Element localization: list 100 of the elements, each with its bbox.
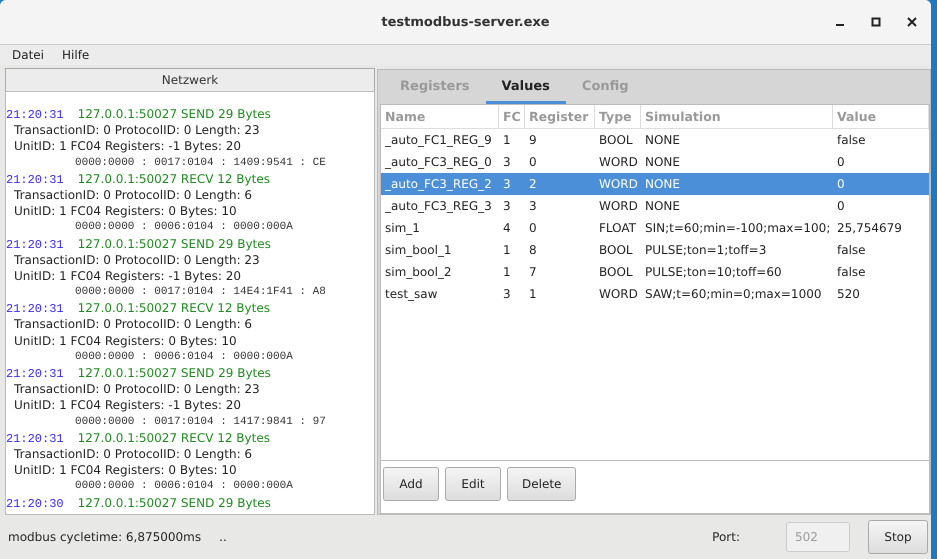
table-cell-text: PULSE;ton=10;toff=60 — [644, 264, 783, 281]
table-cell-text: 0 — [528, 154, 538, 171]
table-cell-text: 0 — [836, 176, 846, 193]
table-cell-text: 0 — [836, 198, 846, 215]
table-cell-text: _auto_FC1_REG_9 — [384, 132, 493, 149]
log-header: 127.0.0.1:50027 RECV 12 Bytes — [78, 301, 270, 316]
table-row[interactable]: sim_1 4 0 FLOAT SIN;t=60;min=-100;max=100; 25,754679 — [381, 217, 929, 239]
table-row[interactable]: _auto_FC1_REG_9 1 9 BOOL NONE false — [381, 129, 929, 151]
action-button[interactable]: Edit — [445, 467, 501, 501]
log-line: UnitID: 1 FC04 Registers: 0 Bytes: 10 — [13, 332, 238, 349]
log-line: UnitID: 1 FC04 Registers: 0 Bytes: 10 — [13, 203, 238, 220]
table-cell-text: 1 — [502, 264, 512, 281]
table-cell-text: 25,754679 — [836, 220, 903, 237]
log-line: TransactionID: 0 ProtocolID: 0 Length: 6 — [13, 446, 254, 462]
table-cell-text: 7 — [528, 264, 538, 281]
table-cell-text: 0 — [528, 220, 538, 237]
table-row[interactable]: sim_bool_1 1 8 BOOL PULSE;ton=1;toff=3 false — [381, 239, 929, 261]
table-cell-text: BOOL — [598, 132, 634, 149]
table-cell-text: WORD — [598, 286, 639, 303]
action-button[interactable]: Delete — [507, 467, 576, 501]
table-cell-text: _auto_FC3_REG_3 — [384, 198, 493, 215]
log-time: 21:20:31 — [6, 432, 64, 446]
log-line: TransactionID: 0 ProtocolID: 0 Length: 6 — [13, 186, 254, 204]
table-cell-text: BOOL — [598, 264, 634, 281]
close-icon[interactable] — [907, 17, 917, 27]
log-line: TransactionID: 0 ProtocolID: 0 Length: 6 — [13, 316, 254, 333]
log-line: UnitID: 1 FC04 Registers: -1 Bytes: 20 — [13, 268, 242, 284]
table-row[interactable]: sim_bool_2 1 7 BOOL PULSE;ton=10;toff=60 false — [381, 261, 929, 283]
log-line: TransactionID: 0 ProtocolID: 0 Length: 23 — [13, 122, 261, 138]
log-line: UnitID: 1 FC04 Registers: 0 Bytes: 10 — [13, 462, 238, 478]
log-header: 127.0.0.1:50027 RECV 12 Bytes — [78, 172, 270, 186]
table-row[interactable]: test_saw 3 1 WORD SAW;t=60;min=0;max=1000 520 — [381, 283, 929, 305]
table-cell-text: 520 — [836, 286, 861, 303]
status-dots: .. — [219, 530, 227, 544]
table-cell-text: SAW;t=60;min=0;max=1000 — [644, 286, 822, 303]
table-cell-text: sim_1 — [384, 220, 421, 237]
table-cell-text: PULSE;ton=1;toff=3 — [644, 242, 768, 259]
action-button[interactable]: Add — [383, 467, 439, 501]
log-line: TransactionID: 0 ProtocolID: 0 Length: 23 — [13, 381, 261, 398]
table-cell-text: 9 — [528, 132, 538, 149]
table-cell-text: 3 — [502, 198, 512, 215]
log-time: 21:20:31 — [6, 367, 64, 381]
log-line: TransactionID: 0 ProtocolID: 0 Length: 23 — [13, 252, 261, 268]
table-cell-text: WORD — [598, 154, 639, 171]
table-cell-text: NONE — [644, 132, 681, 149]
table-cell-text: 3 — [502, 176, 512, 193]
table-cell-text: 0 — [836, 154, 846, 171]
table-row[interactable]: _auto_FC3_REG_3 3 3 WORD NONE 0 — [381, 195, 929, 217]
port-label: Port: — [712, 530, 740, 544]
log-header: 127.0.0.1:50027 SEND 29 Bytes — [78, 366, 271, 380]
table-cell-text: 4 — [502, 220, 512, 237]
log-time: 21:20:31 — [6, 172, 64, 187]
table-cell-text: BOOL — [598, 242, 634, 259]
log-line: UnitID: 1 FC04 Registers: -1 Bytes: 20 — [13, 397, 242, 414]
table-cell-text: false — [836, 264, 867, 281]
log-hex: 0000:0000 : 0017:0104 : 1417:9841 : 97 — [74, 414, 327, 430]
cycletime-label: modbus cycletime: 6,875000ms — [8, 530, 202, 544]
log-line: UnitID: 1 FC04 Registers: -1 Bytes: 20 — [13, 138, 242, 155]
log-time: 21:20:31 — [6, 302, 64, 316]
log-time: 21:20:31 — [6, 108, 64, 122]
log-time: 21:20:30 — [6, 496, 64, 510]
table-cell-text: _auto_FC3_REG_0 — [384, 154, 493, 171]
table-cell-text: sim_bool_1 — [384, 242, 453, 259]
log-hex: 0000:0000 : 0006:0104 : 0000:000A — [74, 220, 294, 236]
table-cell-text: 2 — [528, 176, 538, 193]
panel-header: Netzwerk — [5, 68, 375, 91]
menu-item[interactable]: Hilfe — [62, 48, 90, 62]
table-cell-text: 1 — [502, 242, 512, 259]
log-header: 127.0.0.1:50027 SEND 29 Bytes — [78, 107, 271, 121]
table-cell-text: 3 — [502, 286, 512, 303]
table-cell-text: NONE — [644, 176, 681, 193]
table-cell-text: 3 — [528, 198, 538, 215]
log-hex: 0000:0000 : 0017:0104 : 1409:9541 : CE — [74, 156, 327, 171]
stop-button[interactable]: Stop — [868, 520, 928, 554]
table-cell-text: false — [836, 132, 867, 149]
table-cell-text: false — [836, 242, 867, 259]
table-cell-text: 1 — [528, 286, 538, 303]
table-cell-text: 1 — [502, 132, 512, 149]
table-cell-text: WORD — [598, 176, 639, 193]
table-row[interactable]: _auto_FC3_REG_0 3 0 WORD NONE 0 — [381, 151, 929, 173]
log-hex: 0000:0000 : 0017:0104 : 14E4:1F41 : A8 — [74, 285, 327, 300]
maximize-icon[interactable] — [871, 17, 881, 27]
log-header: 127.0.0.1:50027 SEND 29 Bytes — [78, 236, 271, 250]
menu-item[interactable]: Datei — [12, 48, 44, 62]
log-header: 127.0.0.1:50027 RECV 12 Bytes — [78, 430, 270, 445]
table-cell-text: FLOAT — [598, 220, 638, 237]
log-time: 21:20:31 — [6, 238, 64, 252]
table-cell-text: _auto_FC3_REG_2 — [384, 176, 493, 193]
table-cell-text: NONE — [644, 198, 681, 215]
table-cell-text: SIN;t=60;min=-100;max=100; — [644, 220, 832, 237]
window-title: testmodbus-server.exe — [381, 14, 550, 30]
log-hex: 0000:0000 : 0006:0104 : 0000:000A — [74, 350, 294, 365]
table-cell-text: NONE — [644, 154, 681, 171]
table-cell-text: sim_bool_2 — [384, 264, 453, 281]
log-header: 127.0.0.1:50027 SEND 29 Bytes — [78, 496, 271, 510]
table-cell-text: WORD — [598, 198, 639, 215]
table-cell-text: 8 — [528, 242, 538, 259]
table-cell-text: 3 — [502, 154, 512, 171]
log-hex: 0000:0000 : 0006:0104 : 0000:000A — [74, 479, 294, 494]
table-cell-text: test_saw — [384, 286, 438, 303]
